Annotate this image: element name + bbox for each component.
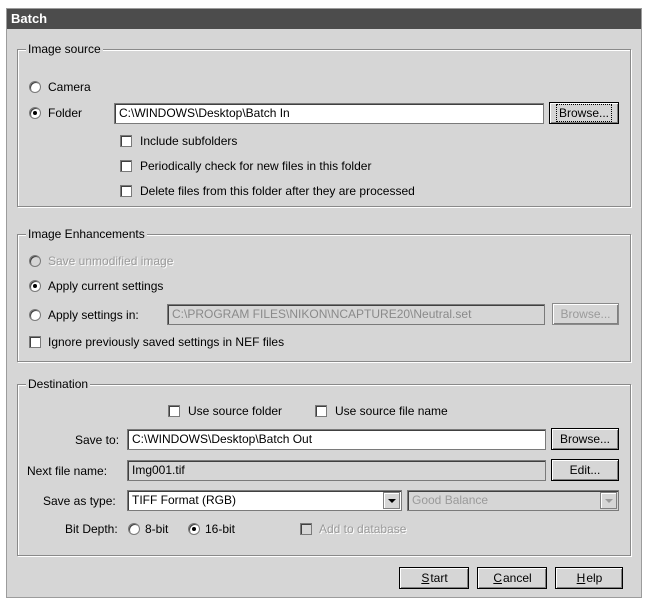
destination-title: Destination bbox=[26, 377, 91, 391]
folder-label[interactable]: Folder bbox=[48, 106, 82, 120]
start-mnemonic: S bbox=[421, 571, 430, 585]
window-title: Batch bbox=[7, 9, 641, 29]
camera-label[interactable]: Camera bbox=[48, 80, 91, 94]
image-enhancements-title: Image Enhancements bbox=[26, 227, 147, 241]
folder-radio[interactable] bbox=[29, 107, 41, 119]
help-button[interactable]: Help bbox=[555, 567, 623, 589]
camera-radio[interactable] bbox=[29, 81, 41, 93]
settings-browse-button: Browse... bbox=[552, 303, 619, 325]
destination-browse-button[interactable]: Browse... bbox=[551, 428, 619, 450]
save-as-type-label: Save as type: bbox=[43, 494, 116, 508]
quality-select: Good Balance bbox=[407, 490, 619, 511]
start-label-rest: tart bbox=[430, 571, 448, 585]
use-source-file-name-checkbox[interactable] bbox=[315, 405, 327, 417]
batch-dialog: Batch Image source Camera Folder C:\WIND… bbox=[6, 8, 642, 598]
bit-16-label[interactable]: 16-bit bbox=[205, 522, 235, 536]
quality-value: Good Balance bbox=[412, 493, 489, 507]
bit-16-radio[interactable] bbox=[188, 523, 200, 535]
apply-settings-in-radio[interactable] bbox=[29, 309, 41, 321]
save-as-type-select[interactable]: TIFF Format (RGB) bbox=[127, 490, 402, 511]
bit-depth-label: Bit Depth: bbox=[65, 522, 118, 536]
next-file-name-label: Next file name: bbox=[27, 464, 108, 478]
start-button[interactable]: Start bbox=[399, 567, 469, 589]
add-to-database-label: Add to database bbox=[319, 522, 407, 536]
save-unmodified-radio bbox=[29, 255, 41, 267]
periodically-check-checkbox[interactable] bbox=[120, 160, 132, 172]
include-subfolders-label[interactable]: Include subfolders bbox=[140, 134, 237, 148]
cancel-mnemonic: C bbox=[493, 571, 502, 585]
cancel-button[interactable]: Cancel bbox=[477, 567, 547, 589]
cancel-label-rest: ancel bbox=[502, 571, 532, 585]
use-source-folder-label[interactable]: Use source folder bbox=[188, 404, 282, 418]
include-subfolders-checkbox[interactable] bbox=[120, 135, 132, 147]
source-folder-input[interactable]: C:\WINDOWS\Desktop\Batch In bbox=[114, 103, 544, 124]
chevron-down-icon[interactable] bbox=[383, 492, 400, 509]
bit-8-label[interactable]: 8-bit bbox=[145, 522, 168, 536]
use-source-file-name-label[interactable]: Use source file name bbox=[335, 404, 448, 418]
save-to-label: Save to: bbox=[75, 433, 120, 447]
periodically-check-label[interactable]: Periodically check for new files in this… bbox=[140, 159, 371, 173]
help-label-rest: elp bbox=[586, 571, 603, 585]
apply-current-label[interactable]: Apply current settings bbox=[48, 279, 163, 293]
chevron-down-icon bbox=[600, 492, 617, 509]
delete-files-label[interactable]: Delete files from this folder after they… bbox=[140, 184, 415, 198]
save-unmodified-label: Save unmodified image bbox=[48, 254, 174, 268]
next-file-name-field: Img001.tif bbox=[127, 460, 546, 481]
edit-button[interactable]: Edit... bbox=[551, 459, 619, 481]
save-to-input[interactable]: C:\WINDOWS\Desktop\Batch Out bbox=[127, 429, 546, 450]
bit-8-radio[interactable] bbox=[128, 523, 140, 535]
apply-settings-in-label[interactable]: Apply settings in: bbox=[48, 308, 139, 322]
add-to-database-checkbox bbox=[300, 523, 312, 535]
source-browse-button[interactable]: Browse... bbox=[549, 102, 619, 124]
ignore-nef-label[interactable]: Ignore previously saved settings in NEF … bbox=[48, 335, 284, 349]
delete-files-checkbox[interactable] bbox=[120, 185, 132, 197]
use-source-folder-checkbox[interactable] bbox=[168, 405, 180, 417]
apply-current-radio[interactable] bbox=[29, 280, 41, 292]
ignore-nef-checkbox[interactable] bbox=[29, 336, 41, 348]
save-as-type-value: TIFF Format (RGB) bbox=[132, 493, 236, 507]
settings-path-input: C:\PROGRAM FILES\NIKON\NCAPTURE20\Neutra… bbox=[167, 304, 545, 325]
help-mnemonic: H bbox=[576, 571, 586, 585]
image-source-title: Image source bbox=[26, 42, 103, 56]
